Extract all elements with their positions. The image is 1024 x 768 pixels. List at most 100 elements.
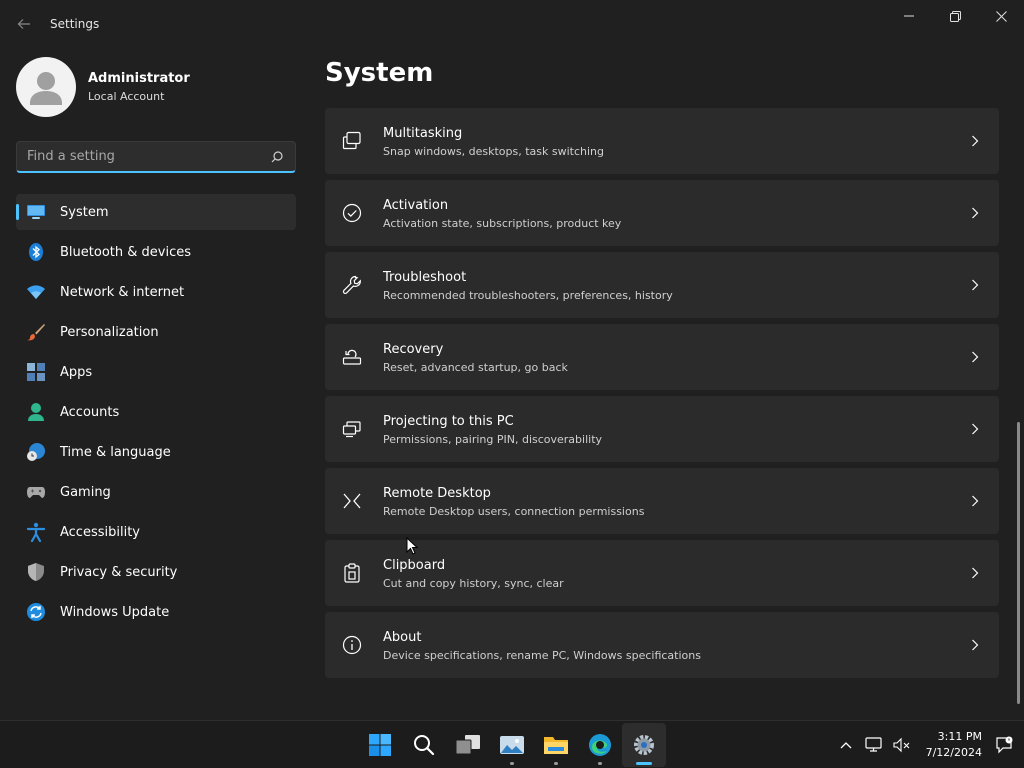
back-arrow-icon [17,19,30,29]
card-title: Troubleshoot [383,270,467,285]
show-hidden-icons-button[interactable] [832,725,860,765]
remote-desktop-icon [341,490,363,512]
minimize-button[interactable] [886,0,932,32]
info-icon [341,634,363,656]
page-title: System [325,58,434,88]
card-subtitle: Snap windows, desktops, task switching [383,145,605,158]
sidebar-item-accessibility[interactable]: Accessibility [16,514,296,550]
chevron-right-icon [972,639,979,651]
taskbar-start-button[interactable] [358,723,402,767]
sidebar-item-label: Privacy & security [60,564,178,580]
user-profile[interactable]: Administrator Local Account [16,56,190,118]
wrench-icon [341,274,363,296]
sidebar-nav: System Bluetooth & devices Network & int… [16,194,296,634]
search-icon[interactable] [271,151,283,163]
scrollbar-thumb[interactable] [1017,422,1020,704]
sidebar-item-personalization[interactable]: Personalization [16,314,296,350]
sidebar-item-accounts[interactable]: Accounts [16,394,296,430]
card-multitasking[interactable]: Multitasking Snap windows, desktops, tas… [325,108,999,174]
card-subtitle: Activation state, subscriptions, product… [383,217,622,230]
card-about[interactable]: About Device specifications, rename PC, … [325,612,999,678]
chevron-right-icon [972,351,979,363]
running-indicator [554,762,558,765]
profile-name: Administrator [88,71,190,86]
task-view-icon [455,735,480,755]
card-remote-desktop[interactable]: Remote Desktop Remote Desktop users, con… [325,468,999,534]
taskbar-apps [358,723,666,767]
active-indicator [636,762,652,765]
multitasking-icon [341,130,363,152]
window-controls [886,0,1024,32]
restore-button[interactable] [932,0,978,32]
card-subtitle: Cut and copy history, sync, clear [383,577,564,590]
sidebar-item-windows-update[interactable]: Windows Update [16,594,296,630]
sidebar-item-system[interactable]: System [16,194,296,230]
gamepad-icon [26,482,46,502]
taskbar-photos-button[interactable] [490,723,534,767]
taskbar-settings-button[interactable] [622,723,666,767]
check-circle-icon [341,202,363,224]
taskbar-file-explorer-button[interactable] [534,723,578,767]
projecting-icon [341,418,363,440]
sidebar-item-label: Windows Update [60,604,170,620]
chevron-right-icon [972,495,979,507]
account-icon [26,402,46,422]
close-icon [995,10,1007,22]
card-recovery[interactable]: Recovery Reset, advanced startup, go bac… [325,324,999,390]
card-projecting-to-this-pc[interactable]: Projecting to this PC Permissions, pairi… [325,396,999,462]
taskbar: 3:11 PM 7/12/2024 [0,720,1024,768]
clock-time: 3:11 PM [937,730,982,743]
chevron-up-icon [840,742,852,749]
sidebar-item-label: Accounts [60,404,120,420]
search-input[interactable] [27,149,257,164]
sidebar-item-label: Personalization [60,324,159,340]
notification-icon [996,736,1013,754]
taskbar-edge-button[interactable] [578,723,622,767]
close-button[interactable] [978,0,1024,32]
card-subtitle: Device specifications, rename PC, Window… [383,649,701,662]
card-subtitle: Permissions, pairing PIN, discoverabilit… [383,433,603,446]
search-icon [414,735,435,756]
card-title: About [383,630,422,645]
card-activation[interactable]: Activation Activation state, subscriptio… [325,180,999,246]
card-title: Multitasking [383,126,463,141]
taskbar-search-button[interactable] [402,723,446,767]
taskbar-task-view-button[interactable] [446,723,490,767]
running-indicator [598,762,602,765]
settings-card-list: Multitasking Snap windows, desktops, tas… [325,108,999,684]
bluetooth-icon [26,242,46,262]
network-icon [864,737,882,752]
clipboard-icon [341,562,363,584]
person-icon [30,72,62,105]
sidebar-item-network-internet[interactable]: Network & internet [16,274,296,310]
windows-start-icon [369,734,391,756]
sidebar-item-privacy-security[interactable]: Privacy & security [16,554,296,590]
card-troubleshoot[interactable]: Troubleshoot Recommended troubleshooters… [325,252,999,318]
taskbar-clock[interactable]: 3:11 PM 7/12/2024 [926,729,982,761]
sidebar-item-label: System [60,204,109,220]
sidebar-item-apps[interactable]: Apps [16,354,296,390]
sidebar-item-label: Time & language [60,444,171,460]
sidebar-item-label: Apps [60,364,93,380]
recovery-icon [341,346,363,368]
card-title: Recovery [383,342,444,357]
card-title: Projecting to this PC [383,414,514,429]
card-clipboard[interactable]: Clipboard Cut and copy history, sync, cl… [325,540,999,606]
card-subtitle: Reset, advanced startup, go back [383,361,568,374]
back-button[interactable] [10,12,38,36]
volume-button[interactable] [888,725,916,765]
chevron-right-icon [972,279,979,291]
profile-account-type: Local Account [88,90,165,103]
avatar [16,57,76,117]
network-status-button[interactable] [860,725,888,765]
file-explorer-icon [544,737,568,754]
sidebar-item-gaming[interactable]: Gaming [16,474,296,510]
search-box[interactable] [16,141,296,173]
sidebar-item-time-language[interactable]: Time & language [16,434,296,470]
sidebar-item-label: Bluetooth & devices [60,244,191,260]
sidebar-item-bluetooth-devices[interactable]: Bluetooth & devices [16,234,296,270]
title-bar: Settings [0,0,1024,48]
notifications-button[interactable] [990,725,1018,765]
apps-icon [26,362,46,382]
edge-icon [589,734,611,756]
